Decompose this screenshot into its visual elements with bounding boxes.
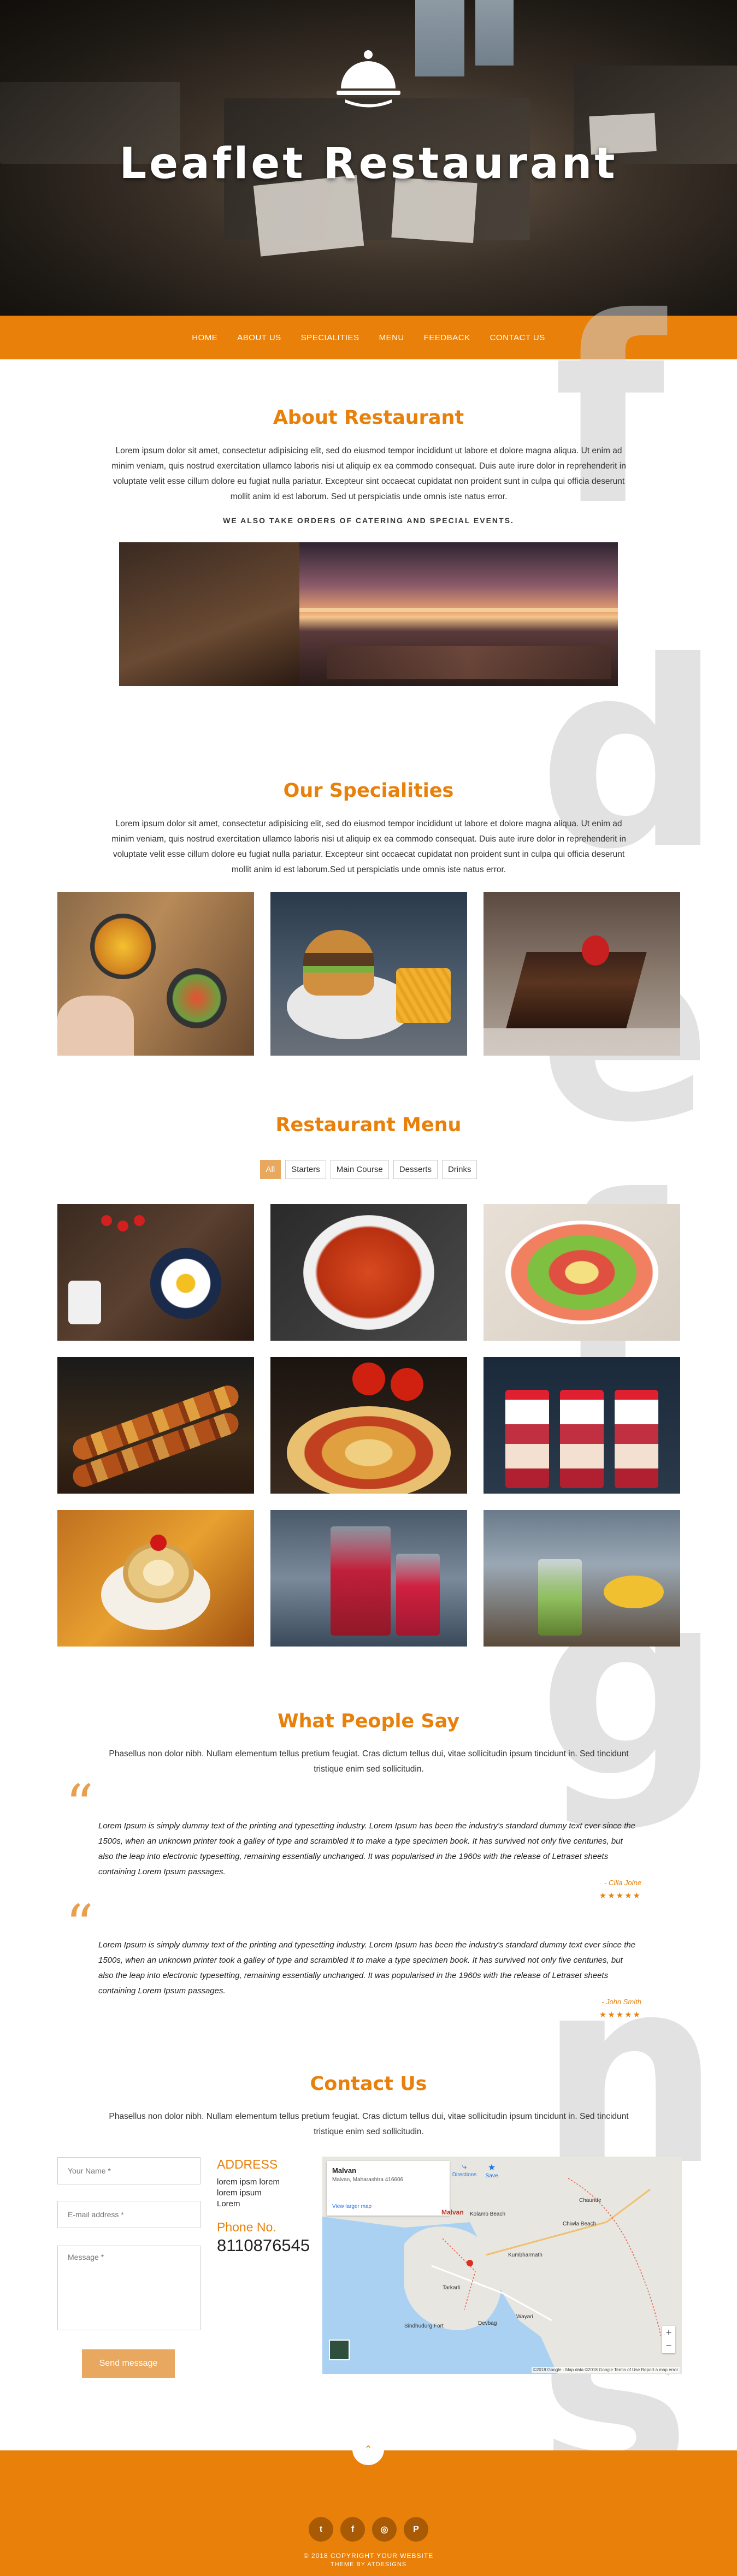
menu-item-photo[interactable]	[484, 1204, 680, 1341]
facebook-icon[interactable]: f	[340, 2517, 365, 2542]
main-navbar: HOME ABOUT US SPECIALITIES MENU FEEDBACK…	[0, 316, 737, 359]
address-heading: ADDRESS	[217, 2157, 278, 2171]
map-label: Devbag	[478, 2320, 497, 2326]
scroll-top-button[interactable]: ⌃	[352, 2433, 384, 2465]
send-message-button[interactable]: Send message	[82, 2349, 175, 2378]
directions-icon: ⤷	[462, 2162, 467, 2171]
map-embed[interactable]: Malvan Malvan, Maharashtra 416606 View l…	[322, 2157, 682, 2374]
menu-item-photo[interactable]	[270, 1357, 467, 1494]
address-line: lorem ipsum	[217, 2188, 262, 2198]
address-line: Lorem	[217, 2199, 240, 2208]
zoom-in-icon[interactable]: +	[662, 2326, 675, 2339]
address-line: lorem ipsm lorem	[217, 2177, 280, 2187]
map-place-sub: Malvan, Maharashtra 416606	[332, 2177, 404, 2183]
cloche-icon	[337, 50, 400, 108]
filter-drinks[interactable]: Drinks	[441, 1160, 477, 1179]
testimonial-author: - John Smith	[602, 1998, 641, 2006]
hero-title: Leaflet Restaurant	[119, 139, 618, 188]
catering-note: WE ALSO TAKE ORDERS OF CATERING AND SPEC…	[223, 516, 514, 525]
contact-title: Contact Us	[310, 2073, 427, 2095]
nav-specialities[interactable]: SPECIALITIES	[291, 333, 369, 342]
map-label: Malvan	[441, 2208, 464, 2216]
star-icon: ★	[487, 2163, 496, 2172]
menu-item-photo[interactable]	[270, 1510, 467, 1647]
map-label: Tarkarli	[443, 2285, 461, 2291]
menu-title: Restaurant Menu	[275, 1114, 462, 1136]
quote-icon: “	[66, 1893, 94, 1957]
specialities-title: Our Specialities	[283, 780, 454, 802]
zoom-controls[interactable]: + −	[662, 2326, 675, 2353]
phone-number: 8110876545	[217, 2236, 310, 2255]
map-attribution: ©2018 Google - Map data ©2018 Google Ter…	[531, 2367, 680, 2373]
nav-contact[interactable]: CONTACT US	[480, 333, 555, 342]
theme-credit: THEME BY ATDESIGNS	[330, 2561, 407, 2568]
map-label: Chiwla Beach	[563, 2221, 597, 2227]
menu-item-photo[interactable]	[57, 1510, 254, 1647]
filter-all[interactable]: All	[260, 1160, 281, 1179]
save-label: Save	[485, 2173, 498, 2179]
testimonial-author: - Cilla Jolne	[604, 1879, 641, 1887]
testimonials-intro: Phasellus non dolor nibh. Nullam element…	[109, 1749, 629, 1774]
nav-home[interactable]: HOME	[182, 333, 227, 342]
speciality-photo	[270, 892, 467, 1056]
name-field[interactable]	[57, 2157, 201, 2184]
zoom-out-icon[interactable]: −	[662, 2339, 675, 2352]
map-info-card: Malvan Malvan, Maharashtra 416606 View l…	[327, 2161, 450, 2216]
specialities-text: Lorem ipsum dolor sit amet, consectetur …	[111, 819, 626, 874]
filter-desserts[interactable]: Desserts	[393, 1160, 438, 1179]
menu-item-photo[interactable]	[484, 1357, 680, 1494]
phone-heading: Phone No.	[217, 2220, 276, 2234]
chevron-up-icon: ⌃	[364, 2444, 373, 2455]
email-field[interactable]	[57, 2201, 201, 2228]
menu-item-photo[interactable]	[57, 1357, 254, 1494]
quote-icon: “	[66, 1773, 94, 1837]
about-title: About Restaurant	[273, 407, 464, 429]
message-field[interactable]	[57, 2246, 201, 2330]
nav-menu[interactable]: MENU	[369, 333, 414, 342]
rating-stars: ★★★★★	[599, 2010, 641, 2020]
twitter-icon[interactable]: t	[309, 2517, 333, 2542]
pinterest-icon[interactable]: P	[404, 2517, 428, 2542]
map-label: Kolamb Beach	[470, 2211, 506, 2217]
menu-item-photo[interactable]	[57, 1204, 254, 1341]
social-links: t f ◎ P	[0, 2517, 737, 2542]
map-save-button[interactable]: ★ Save	[481, 2162, 503, 2179]
map-label: Kumbharmath	[508, 2252, 543, 2258]
directions-label: Directions	[452, 2172, 477, 2178]
nav-feedback[interactable]: FEEDBACK	[414, 333, 480, 342]
menu-item-photo[interactable]	[270, 1204, 467, 1341]
map-directions-button[interactable]: ⤷ Directions	[451, 2162, 478, 2178]
testimonial-text: Lorem Ipsum is simply dummy text of the …	[98, 1821, 636, 1876]
filter-main-course[interactable]: Main Course	[330, 1160, 389, 1179]
rating-stars: ★★★★★	[599, 1891, 641, 1900]
map-label: Sindhudurg Fort	[404, 2323, 444, 2329]
menu-filters: All Starters Main Course Desserts Drinks	[0, 1160, 737, 1179]
instagram-icon[interactable]: ◎	[372, 2517, 397, 2542]
menu-item-photo[interactable]	[484, 1510, 680, 1647]
map-place: Malvan	[332, 2166, 357, 2175]
map-larger-link[interactable]: View larger map	[332, 2204, 444, 2210]
testimonials-title: What People Say	[277, 1710, 460, 1732]
filter-starters[interactable]: Starters	[285, 1160, 326, 1179]
speciality-photo	[484, 892, 680, 1056]
about-text: Lorem ipsum dolor sit amet, consectetur …	[111, 446, 626, 501]
satellite-toggle[interactable]	[329, 2340, 350, 2360]
speciality-photo	[57, 892, 254, 1056]
hero-banner: Leaflet Restaurant	[0, 0, 737, 316]
nav-about[interactable]: ABOUT US	[227, 333, 291, 342]
map-label: Wayari	[516, 2314, 533, 2320]
map-label: Chaunde	[579, 2198, 602, 2204]
about-photo	[119, 542, 618, 686]
contact-intro: Phasellus non dolor nibh. Nullam element…	[109, 2112, 629, 2136]
copyright-text: © 2018 COPYRIGHT YOUR WEBSITE	[303, 2552, 434, 2560]
testimonial-text: Lorem Ipsum is simply dummy text of the …	[98, 1940, 636, 1995]
